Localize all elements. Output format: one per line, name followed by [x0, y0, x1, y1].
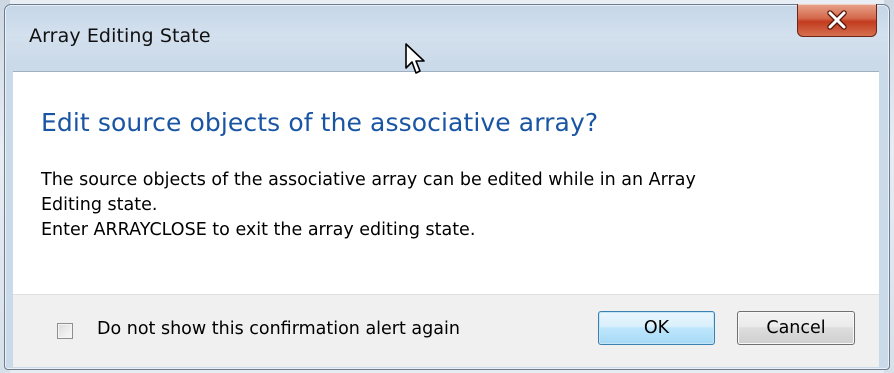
window-title: Array Editing State [29, 25, 211, 47]
dialog-content: Edit source objects of the associative a… [13, 71, 879, 294]
message-line: Enter ARRAYCLOSE to exit the array editi… [41, 220, 476, 240]
close-x-icon [827, 10, 847, 30]
dont-show-again-label[interactable]: Do not show this confirmation alert agai… [97, 319, 460, 339]
mouse-cursor-icon [405, 43, 425, 74]
dont-show-again-checkbox[interactable] [57, 323, 73, 339]
cancel-button[interactable]: Cancel [737, 311, 855, 345]
close-button[interactable] [797, 4, 877, 37]
ok-button[interactable]: OK [598, 311, 715, 345]
message-line: Editing state. [41, 195, 158, 215]
message-line: The source objects of the associative ar… [41, 170, 696, 190]
title-bar[interactable]: Array Editing State [5, 4, 889, 71]
dialog-footer: Do not show this confirmation alert agai… [13, 294, 879, 367]
main-instruction-heading: Edit source objects of the associative a… [41, 108, 599, 137]
message-text: The source objects of the associative ar… [41, 168, 841, 243]
dialog-window: Array Editing State Edit source objects … [4, 4, 890, 370]
